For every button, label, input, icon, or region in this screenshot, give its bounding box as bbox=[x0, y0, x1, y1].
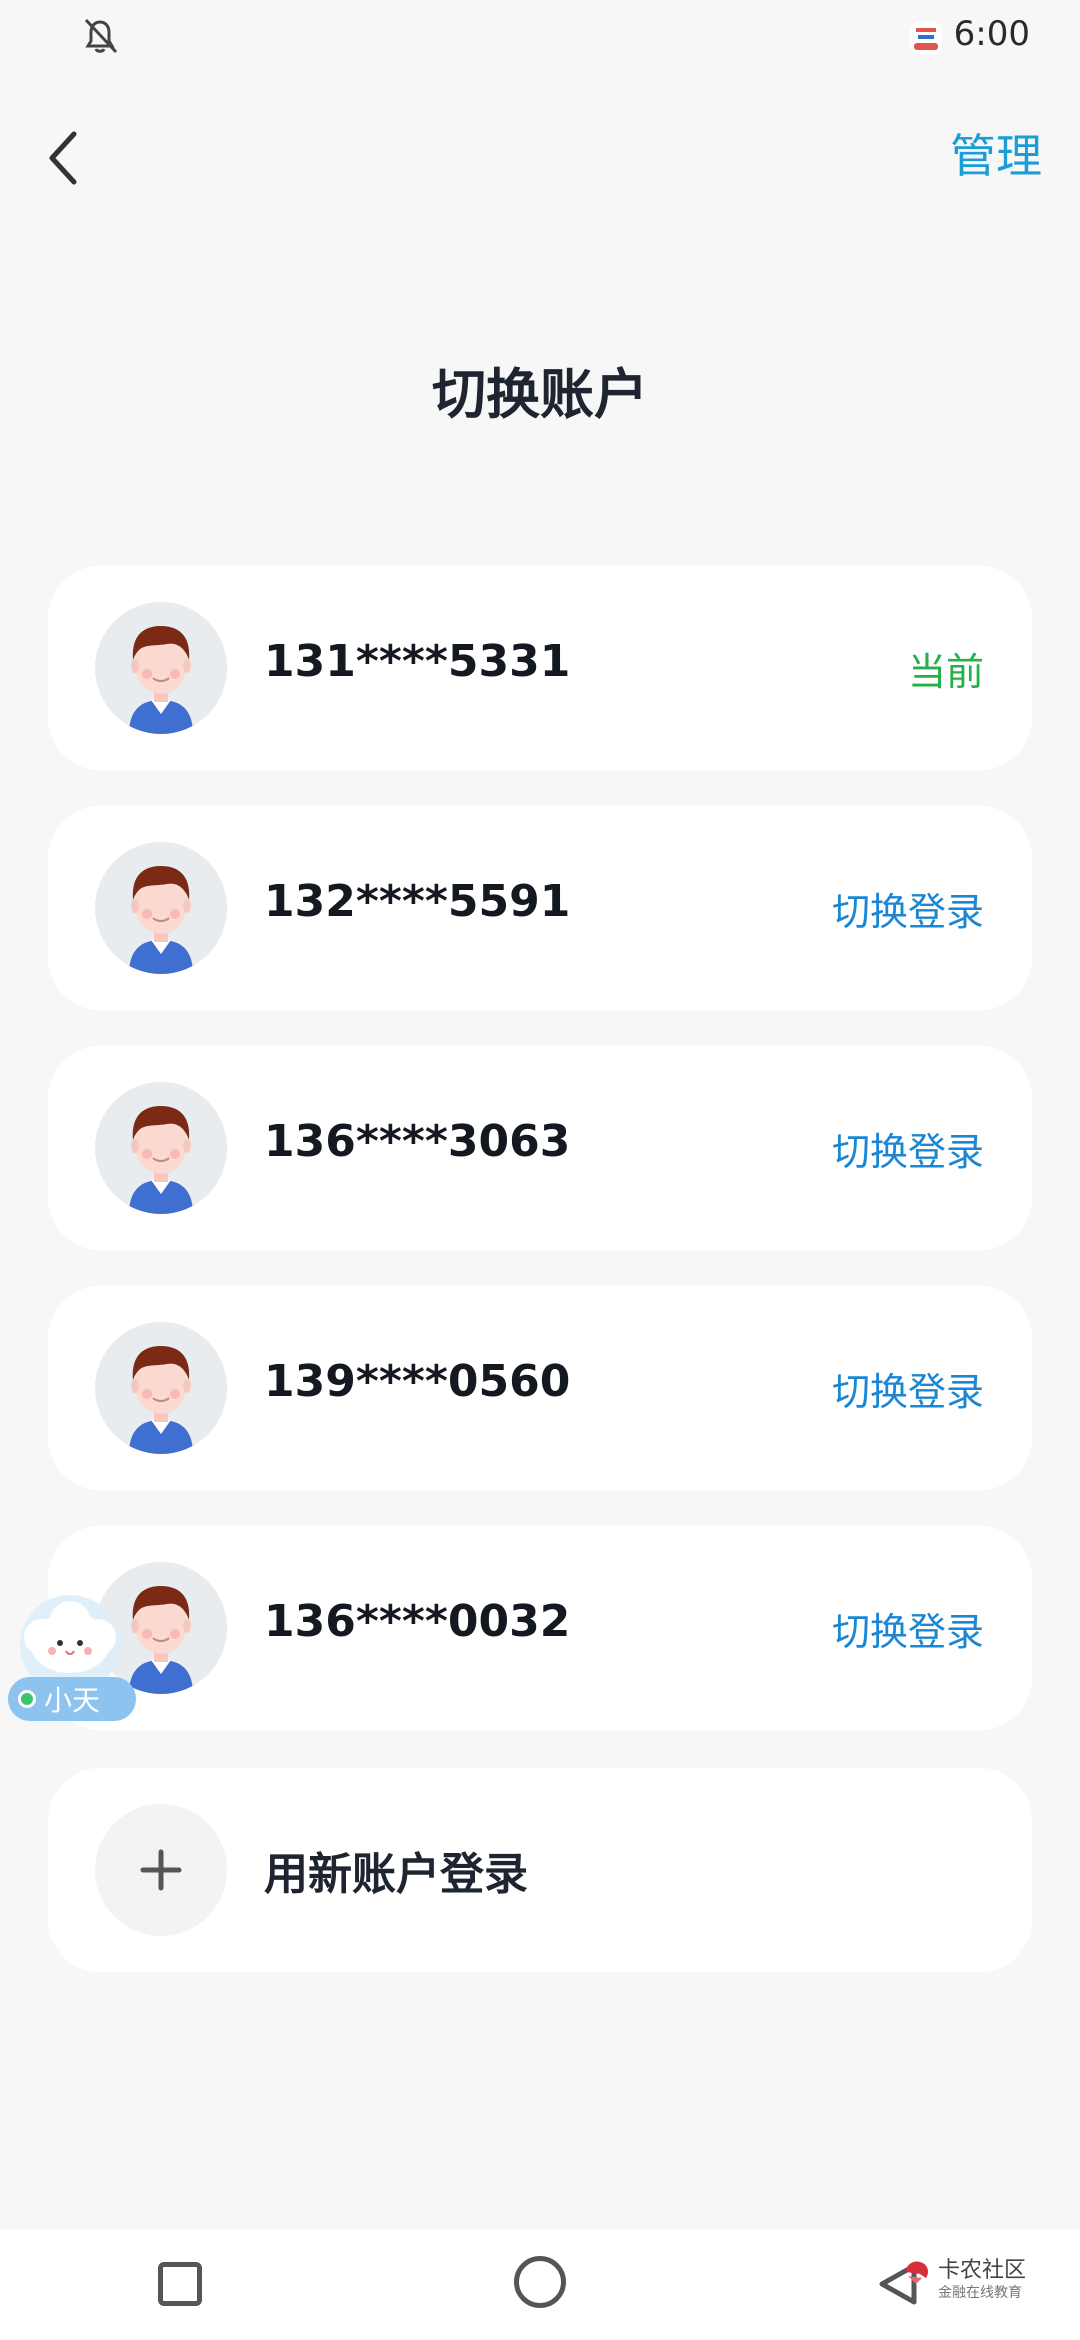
home-icon[interactable] bbox=[514, 2256, 566, 2308]
account-card[interactable]: 132****5591 切换登录 bbox=[48, 806, 1032, 1010]
account-phone: 136****0032 bbox=[264, 1596, 571, 1647]
switch-login-button[interactable]: 切换登录 bbox=[832, 1361, 984, 1416]
avatar-icon bbox=[95, 602, 227, 734]
add-account-button[interactable]: 用新账户登录 bbox=[48, 1768, 1032, 1972]
switch-login-button[interactable]: 切换登录 bbox=[832, 881, 984, 936]
avatar-icon bbox=[95, 842, 227, 974]
assistant-bubble[interactable]: 小天 bbox=[2, 1585, 138, 1725]
recent-apps-icon[interactable] bbox=[158, 2262, 202, 2306]
account-card[interactable]: 136****3063 切换登录 bbox=[48, 1046, 1032, 1250]
add-account-label: 用新账户登录 bbox=[264, 1849, 528, 1900]
account-card[interactable]: 131****5331 当前 bbox=[48, 566, 1032, 770]
plus-icon bbox=[95, 1804, 227, 1936]
avatar bbox=[95, 1082, 227, 1214]
account-card[interactable]: 139****0560 切换登录 bbox=[48, 1286, 1032, 1490]
avatar bbox=[95, 1322, 227, 1454]
page-title: 切换账户 bbox=[432, 363, 648, 426]
account-phone: 132****5591 bbox=[264, 876, 571, 927]
app-badge-icon bbox=[910, 22, 942, 54]
top-nav: 管理 bbox=[0, 110, 1080, 200]
avatar-icon bbox=[95, 1082, 227, 1214]
assistant-label: 小天 bbox=[44, 1684, 101, 1717]
back-button[interactable] bbox=[38, 120, 90, 196]
current-label: 当前 bbox=[907, 650, 984, 694]
account-phone: 131****5331 bbox=[264, 636, 571, 687]
system-nav-bar: 卡农社区 金融在线教育 bbox=[0, 2230, 1080, 2340]
bell-off-icon bbox=[84, 18, 118, 54]
avatar bbox=[95, 602, 227, 734]
watermark-subtitle: 金融在线教育 bbox=[938, 2285, 1022, 2301]
watermark-title: 卡农社区 bbox=[938, 2258, 1027, 2283]
avatar-icon bbox=[95, 1322, 227, 1454]
status-time: 6:00 bbox=[953, 14, 1030, 54]
account-card[interactable]: 136****0032 切换登录 bbox=[48, 1526, 1032, 1730]
online-dot-icon bbox=[18, 1690, 36, 1708]
avatar bbox=[95, 842, 227, 974]
account-phone: 136****3063 bbox=[264, 1116, 571, 1167]
switch-login-button[interactable]: 切换登录 bbox=[832, 1121, 984, 1176]
assistant-tag: 小天 bbox=[8, 1677, 136, 1721]
watermark: 卡农社区 金融在线教育 bbox=[902, 2252, 1052, 2312]
watermark-logo-icon bbox=[906, 2261, 928, 2284]
manage-button[interactable]: 管理 bbox=[950, 120, 1042, 186]
account-phone: 139****0560 bbox=[264, 1356, 571, 1407]
switch-login-button[interactable]: 切换登录 bbox=[832, 1601, 984, 1656]
status-bar: 6:00 bbox=[0, 0, 1080, 80]
chevron-left-icon bbox=[49, 131, 77, 185]
